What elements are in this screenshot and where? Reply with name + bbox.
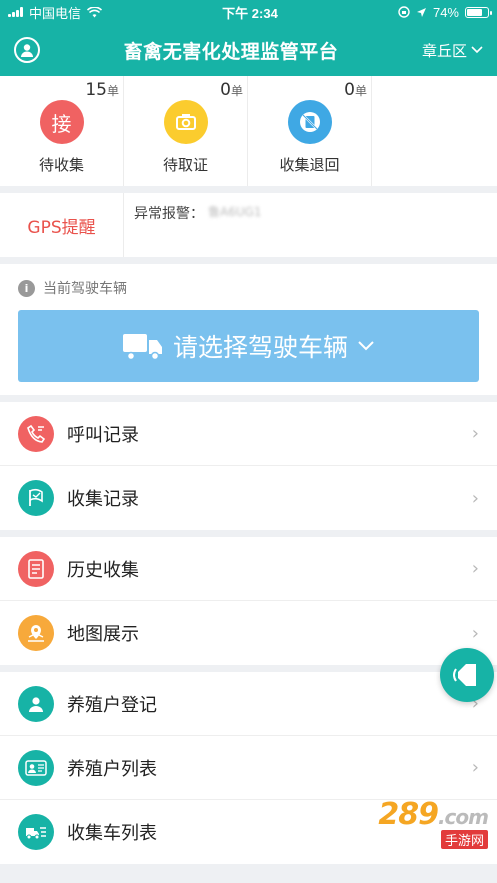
status-bar: 中国电信 下午 2:34 74%: [0, 0, 497, 24]
camera-icon: [163, 100, 208, 144]
gps-alert-button[interactable]: GPS提醒: [0, 193, 124, 257]
battery-percent: 74%: [432, 4, 459, 20]
menu-group-records: 呼叫记录 › 收集记录 ›: [0, 402, 497, 530]
flag-icon: [18, 480, 54, 516]
abnormal-alert[interactable]: 异常报警： 鲁A6UG1: [124, 193, 272, 257]
clock: 下午 2:34: [222, 5, 278, 21]
app-header: 畜禽无害化处理监管平台 章丘区: [0, 24, 497, 76]
select-vehicle-button[interactable]: 请选择驾驶车辆: [18, 310, 479, 382]
select-vehicle-label: 请选择驾驶车辆: [172, 333, 348, 362]
chevron-down-icon: [471, 46, 483, 54]
receive-icon: 接: [39, 100, 84, 144]
stat-count: 15单: [85, 80, 119, 100]
signal-icon: [8, 7, 23, 17]
map-pin-icon: [18, 615, 54, 651]
chevron-right-icon: ›: [471, 487, 479, 509]
watermark-subtitle: 手游网: [440, 830, 488, 849]
user-icon: [21, 44, 33, 57]
site-watermark: 289.com 手游网: [338, 797, 489, 849]
current-vehicle-label: 当前驾驶车辆: [43, 281, 127, 297]
menu-item-farmer-registration[interactable]: 养殖户登记 ›: [0, 672, 497, 736]
alerts-row: GPS提醒 异常报警： 鲁A6UG1: [0, 193, 497, 257]
watermark-logo: 289.com: [378, 797, 489, 832]
document-icon: [18, 550, 54, 587]
stat-label: 待取证: [162, 156, 208, 174]
menu-item-call-records[interactable]: 呼叫记录 ›: [0, 402, 497, 466]
menu-item-farmer-list[interactable]: 养殖户列表 ›: [0, 736, 497, 800]
speaker-icon: [453, 664, 476, 686]
stat-pending-collection[interactable]: 15单 接 待收集: [0, 76, 124, 186]
menu-item-label: 地图展示: [67, 624, 139, 645]
current-vehicle-section: i 当前驾驶车辆 请选择驾驶车辆: [0, 264, 497, 395]
stat-count: 0单: [220, 80, 243, 100]
stat-returned[interactable]: 0单 收集退回: [248, 76, 372, 186]
menu-item-collection-records[interactable]: 收集记录 ›: [0, 466, 497, 530]
region-selector[interactable]: 章丘区: [422, 40, 483, 61]
rotation-lock-icon: [398, 6, 410, 18]
return-forbidden-icon: [287, 100, 332, 144]
region-label: 章丘区: [421, 41, 467, 60]
chevron-right-icon: ›: [471, 423, 479, 444]
info-icon: i: [18, 279, 35, 297]
location-arrow-icon: [416, 7, 426, 17]
profile-button[interactable]: [14, 37, 40, 63]
abnormal-alert-value: 鲁A6UG1: [208, 205, 262, 219]
wifi-icon: [87, 6, 103, 17]
carrier-name: 中国电信: [29, 5, 82, 21]
stat-pending-evidence[interactable]: 0单 待取证: [124, 76, 248, 186]
menu-group-history: 历史收集 › 地图展示 ›: [0, 537, 497, 665]
menu-item-label: 养殖户列表: [67, 758, 157, 780]
chevron-right-icon: ›: [471, 558, 479, 579]
menu-item-history-collection[interactable]: 历史收集 ›: [0, 537, 497, 601]
user-icon: [18, 685, 54, 722]
abnormal-alert-label: 异常报警：: [134, 206, 204, 222]
order-stats: 15单 接 待收集 0单 待取证 0单 收集退回: [0, 76, 497, 186]
stat-label: 收集退回: [279, 156, 340, 174]
chevron-right-icon: ›: [471, 757, 479, 778]
menu-item-label: 养殖户登记: [67, 694, 157, 716]
page-title: 畜禽无害化处理监管平台: [123, 40, 339, 63]
stat-count: 0单: [344, 80, 367, 100]
chevron-right-icon: ›: [471, 622, 479, 644]
menu-item-label: 历史收集: [67, 559, 139, 581]
phone-icon: [18, 415, 54, 452]
battery-icon: [465, 6, 492, 18]
chevron-down-icon: [358, 341, 374, 351]
stat-label: 待收集: [38, 156, 84, 174]
truck-list-icon: [18, 814, 54, 850]
menu-item-label: 呼叫记录: [67, 424, 139, 446]
truck-icon: [122, 334, 162, 360]
user-card-icon: [18, 749, 54, 786]
menu-item-map-display[interactable]: 地图展示 ›: [0, 601, 497, 665]
floating-voice-button[interactable]: [440, 648, 494, 702]
menu-item-label: 收集记录: [67, 489, 139, 510]
